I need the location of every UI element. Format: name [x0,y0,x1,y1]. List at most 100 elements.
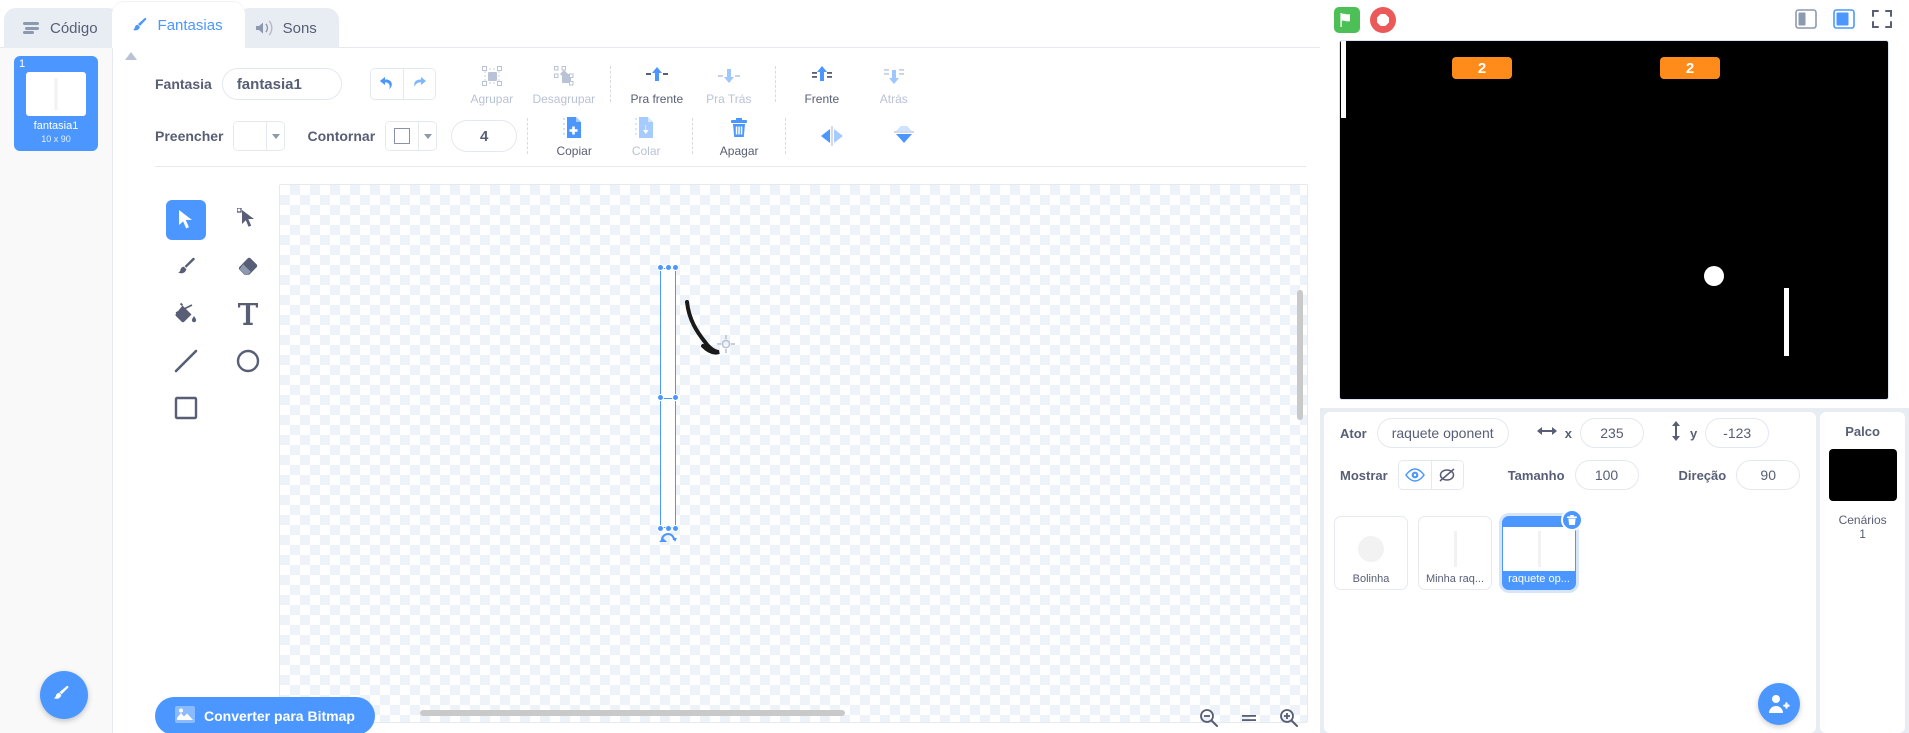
resize-handle-tc[interactable] [664,264,672,271]
fullscreen-button[interactable] [1869,6,1895,32]
toolbar-divider-2 [774,66,776,102]
visibility-toggle [1397,460,1464,490]
tab-fantasias[interactable]: Fantasias [111,2,245,48]
backdrops-label: Cenários [1838,513,1887,527]
sprite-name: raquete op... [1508,573,1570,585]
front-button[interactable]: Frente [794,63,850,106]
canvas-scrollbar-horizontal[interactable] [420,710,845,716]
resize-handle-mr[interactable] [672,394,679,401]
small-stage-button[interactable] [1793,6,1819,32]
sprite-card-raquete-oponente[interactable]: raquete op... [1502,509,1583,590]
collapse-costume-list-icon[interactable] [122,47,140,65]
fill-swatch [234,122,267,150]
ungroup-label: Desagrupar [532,91,596,106]
paint-toolbar-row-1: Fantasia fantasia1 Agrupar Desagrupar Pr… [155,58,1306,110]
convert-to-bitmap-button[interactable]: Converter para Bitmap [155,697,375,733]
stroke-width-input[interactable] [451,120,518,152]
fill-tool[interactable] [155,290,217,337]
costume-size: 10 x 90 [41,134,71,144]
size-input[interactable] [1574,460,1639,490]
copy-button[interactable]: Copiar [546,115,602,158]
flip-horizontal-button[interactable] [804,123,860,149]
circle-tool[interactable] [217,337,279,384]
ungroup-button[interactable]: Desagrupar [532,63,595,106]
delete-sprite-button[interactable] [1561,509,1583,531]
player-paddle-sprite[interactable] [1341,41,1346,118]
sprite-thumbnail [1335,527,1407,571]
paint-canvas[interactable] [279,184,1308,723]
line-tool[interactable] [155,337,217,384]
costume-name: fantasia1 [33,120,79,132]
score-right: 2 [1660,57,1720,79]
stage-canvas[interactable]: 2 2 [1339,40,1889,400]
sprite-name: Minha raq... [1425,573,1485,585]
x-arrow-icon [1536,424,1557,442]
sprite-name-input[interactable] [1376,418,1509,448]
zoom-in-button[interactable] [1278,707,1300,729]
stage-size-controls [1793,6,1895,32]
backward-button[interactable]: Pra Trás [701,63,757,106]
sprite-name-label: Ator [1340,425,1367,441]
group-button[interactable]: Agrupar [464,63,520,106]
opponent-paddle-sprite[interactable] [1784,288,1789,356]
rotate-handle[interactable] [659,531,677,550]
costume-thumbnail [26,72,86,116]
delete-label: Apagar [719,143,759,158]
delete-button[interactable]: Apagar [711,115,767,158]
zoom-reset-button[interactable] [1238,707,1260,729]
reshape-tool[interactable] [217,196,279,243]
green-flag-button[interactable] [1334,7,1360,33]
costume-name-input[interactable] [221,68,342,100]
paintbrush-icon [130,15,150,35]
y-field-group: y [1670,418,1770,448]
hide-button[interactable] [1430,461,1463,489]
trash-icon [729,115,749,141]
stop-button[interactable] [1370,7,1396,33]
copy-icon [563,115,585,141]
tab-sons[interactable]: Sons [236,8,339,48]
editor-pane: Código Fantasias Sons 1 fantasia1 10 x 9… [0,0,1320,733]
rectangle-tool[interactable] [155,384,217,431]
group-label: Agrupar [470,91,514,106]
stage-selector-panel: Palco Cenários 1 [1820,412,1905,733]
large-stage-button[interactable] [1831,6,1857,32]
sprite-card-minha-raquete[interactable]: Minha raq... [1418,516,1492,590]
tab-codigo[interactable]: Código [4,8,120,48]
costume-number: 1 [19,58,26,70]
paste-button[interactable]: Colar [618,115,674,158]
back-label: Atrás [879,91,908,106]
stage-thumbnail[interactable] [1828,449,1897,501]
ungroup-icon [553,63,575,89]
resize-handle-tl[interactable] [657,264,664,271]
x-input[interactable] [1579,418,1644,448]
add-costume-button[interactable] [40,671,88,719]
redo-button[interactable] [402,69,435,99]
editor-tabs: Código Fantasias Sons [0,0,1320,48]
select-tool[interactable] [155,196,217,243]
brush-tool[interactable] [155,243,217,290]
flip-vertical-button[interactable] [876,123,932,149]
toolbar-divider-5 [785,118,787,154]
ball-sprite[interactable] [1704,266,1724,286]
y-input[interactable] [1705,418,1770,448]
resize-handle-ml[interactable] [657,394,664,401]
stage-header [1320,0,1909,40]
canvas-scrollbar-vertical[interactable] [1297,290,1303,420]
forward-button[interactable]: Pra frente [629,63,685,106]
backward-label: Pra Trás [706,91,752,106]
zoom-out-button[interactable] [1198,707,1220,729]
fill-color-button[interactable] [233,121,286,151]
resize-handle-tr[interactable] [672,264,679,271]
add-sprite-button[interactable] [1758,683,1801,725]
show-button[interactable] [1398,461,1431,489]
outline-color-button[interactable] [385,121,438,151]
text-tool[interactable] [217,290,279,337]
selected-shape[interactable] [655,264,681,542]
undo-button[interactable] [370,69,403,99]
sprite-card-bolinha[interactable]: Bolinha [1334,516,1408,590]
eraser-tool[interactable] [217,243,279,290]
costume-item-1[interactable]: 1 fantasia1 10 x 90 [14,56,98,151]
back-button[interactable]: Atrás [866,63,922,106]
convert-label: Converter para Bitmap [204,708,355,724]
direction-input[interactable] [1736,460,1801,490]
